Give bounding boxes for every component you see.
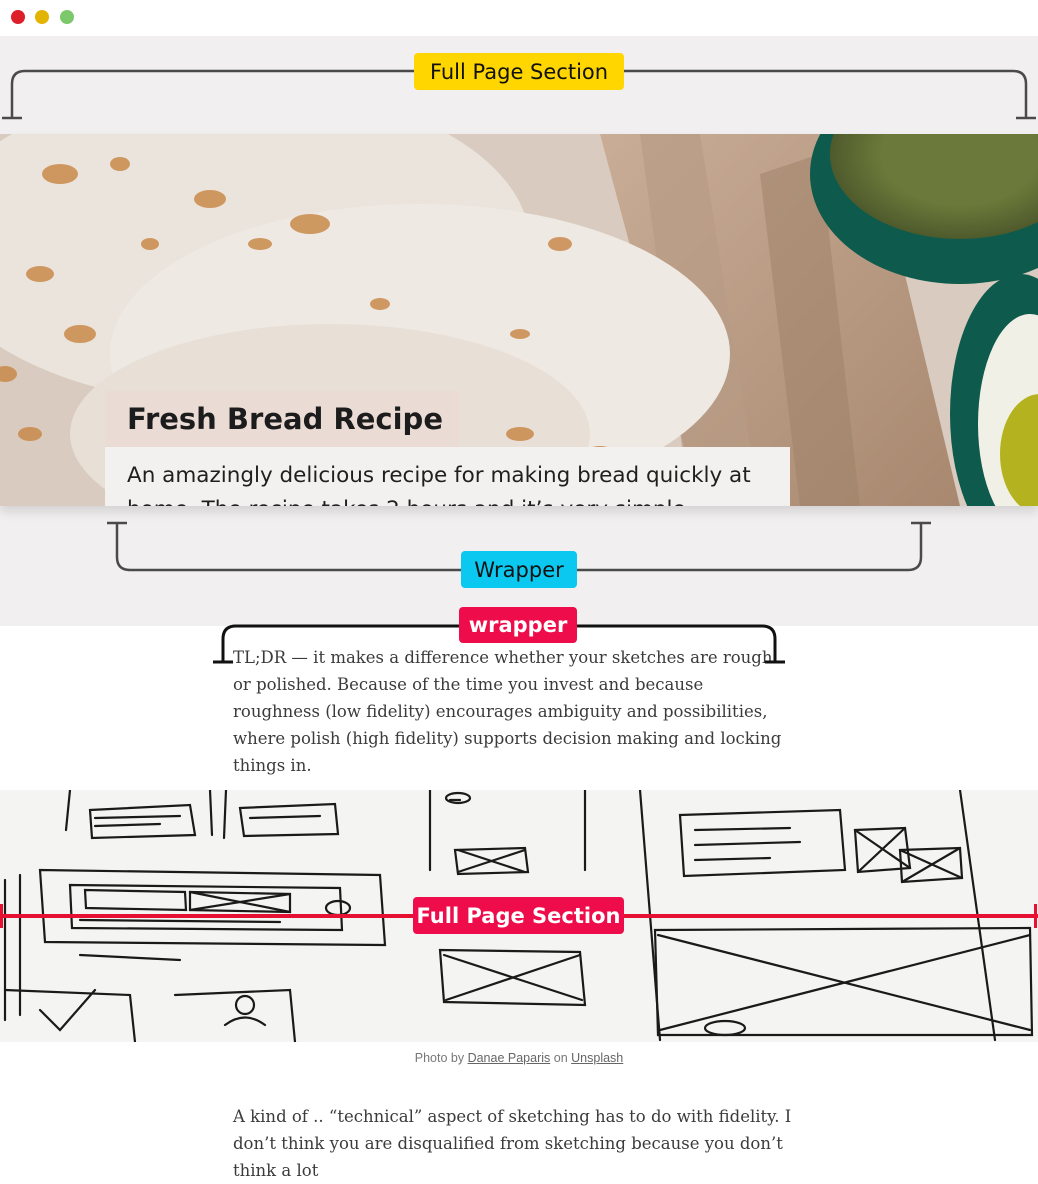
caption-prefix: Photo by bbox=[414, 1051, 465, 1065]
window-titlebar bbox=[0, 0, 1038, 36]
photographer-link[interactable]: Danae Paparis bbox=[468, 1051, 551, 1065]
hero-description-box: An amazingly delicious recipe for making… bbox=[105, 447, 790, 506]
maximize-window-button[interactable] bbox=[60, 10, 74, 24]
article-body-paragraph: A kind of .. “technical” aspect of sketc… bbox=[233, 1107, 792, 1180]
hero-description: An amazingly delicious recipe for making… bbox=[127, 463, 751, 506]
photo-caption: Photo by Danae Paparis on Unsplash bbox=[0, 1051, 1038, 1065]
hero-image-section: Fresh Bread Recipe An amazingly deliciou… bbox=[0, 134, 1038, 506]
hero-title: Fresh Bread Recipe bbox=[127, 402, 443, 436]
wrapper-label: Wrapper bbox=[461, 551, 577, 588]
caption-middle: on bbox=[553, 1051, 568, 1065]
full-page-section-label: Full Page Section bbox=[414, 53, 624, 90]
article-intro-paragraph: TL;DR — it makes a difference whether yo… bbox=[233, 648, 782, 775]
full-page-section-label-secondary: Full Page Section bbox=[413, 897, 624, 934]
minimize-window-button[interactable] bbox=[35, 10, 49, 24]
hero-title-box: Fresh Bread Recipe bbox=[105, 391, 459, 447]
inner-wrapper-label: wrapper bbox=[459, 607, 577, 643]
close-window-button[interactable] bbox=[11, 10, 25, 24]
unsplash-link[interactable]: Unsplash bbox=[571, 1051, 623, 1065]
